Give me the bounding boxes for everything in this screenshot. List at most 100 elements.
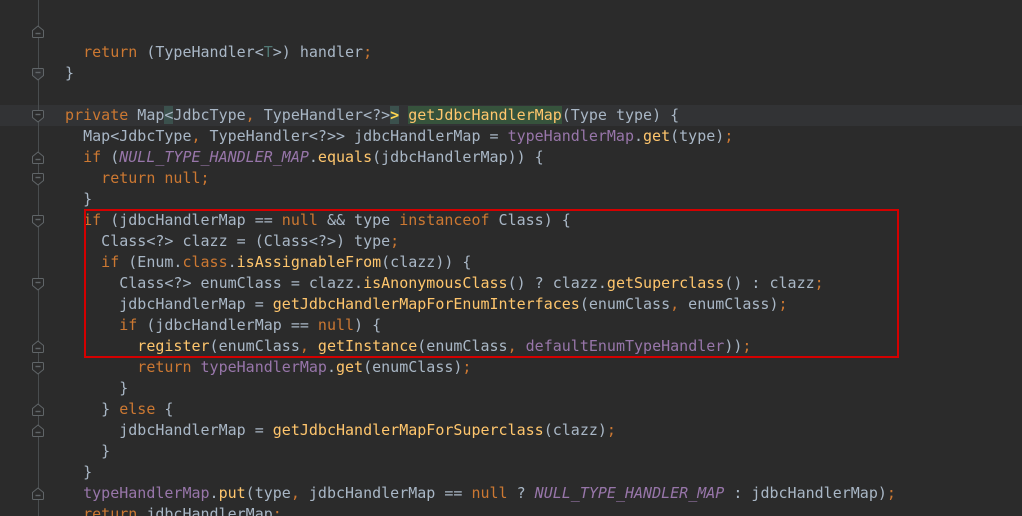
code-token: private	[65, 106, 129, 124]
code-line[interactable]: return (TypeHandler<T>) handler;	[0, 42, 1022, 63]
code-line[interactable]: Map<JdbcType, TypeHandler<?>> jdbcHandle…	[0, 126, 1022, 147]
code-token: return	[101, 169, 156, 187]
code-line[interactable]: Class<?> clazz = (Class<?>) type;	[0, 231, 1022, 252]
code-token: (jdbcHandlerMap)) {	[372, 148, 544, 166]
fold-end-icon[interactable]	[31, 402, 45, 416]
code-token: }	[83, 190, 93, 208]
fold-end-icon[interactable]	[31, 423, 45, 437]
code-token: ;	[363, 43, 373, 61]
code-token: instanceof	[399, 211, 490, 229]
code-line[interactable]	[0, 84, 1022, 105]
code-token: null	[471, 484, 508, 502]
fold-start-icon[interactable]	[31, 276, 45, 291]
code-line[interactable]: return jdbcHandlerMap;	[0, 504, 1022, 516]
code-token: isAnonymousClass	[363, 274, 508, 292]
code-token: null	[164, 169, 201, 187]
fold-end-icon[interactable]	[31, 339, 45, 353]
fold-end-icon[interactable]	[31, 486, 45, 500]
code-token: (TypeHandler<	[137, 43, 264, 61]
code-token: ;	[742, 337, 752, 355]
code-line[interactable]: }	[0, 189, 1022, 210]
fold-start-icon[interactable]	[31, 213, 45, 228]
code-line[interactable]: Class<?> enumClass = clazz.isAnonymousCl…	[0, 273, 1022, 294]
code-token: >) handler	[272, 43, 364, 61]
code-token: .	[209, 484, 219, 502]
code-line[interactable]: }	[0, 63, 1022, 84]
code-token: typeHandlerMap	[83, 484, 210, 502]
code-line[interactable]: }	[0, 441, 1022, 462]
code-token: return	[83, 505, 138, 516]
code-token: ;	[272, 505, 282, 516]
fold-start-icon[interactable]	[31, 360, 45, 375]
code-line[interactable]: jdbcHandlerMap = getJdbcHandlerMapForSup…	[0, 420, 1022, 441]
code-token: >	[390, 106, 400, 124]
code-token: && type	[317, 211, 400, 229]
code-line[interactable]: }	[0, 462, 1022, 483]
code-token: TypeHandler<?>> jdbcHandlerMap =	[200, 127, 508, 145]
code-token: return	[83, 43, 138, 61]
code-token: defaultEnumTypeHandler	[525, 337, 725, 355]
fold-end-icon[interactable]	[31, 150, 45, 164]
code-token: ;	[390, 232, 400, 250]
code-token: .	[227, 253, 237, 271]
code-token: if	[119, 316, 138, 334]
code-token: null	[281, 211, 318, 229]
fold-end-icon[interactable]	[31, 24, 45, 38]
fold-start-icon[interactable]	[31, 171, 45, 186]
code-token: (Type type) {	[561, 106, 680, 124]
code-token: Map<JdbcType	[83, 127, 192, 145]
code-token: (enumClass	[209, 337, 300, 355]
code-token: }	[83, 463, 93, 481]
code-token: typeHandlerMap	[200, 358, 327, 376]
code-token: getInstance	[317, 337, 418, 355]
code-editor[interactable]: return (TypeHandler<T>) handler;} private…	[0, 0, 1022, 516]
code-token: Class<?> clazz = (Class<?>) type	[101, 232, 391, 250]
code-line[interactable]: register(enumClass, getInstance(enumClas…	[0, 336, 1022, 357]
code-token: return	[137, 358, 192, 376]
code-token: ,	[245, 106, 255, 124]
code-line[interactable]: jdbcHandlerMap = getJdbcHandlerMapForEnu…	[0, 294, 1022, 315]
code-token: (clazz)) {	[381, 253, 472, 271]
code-line[interactable]: if (jdbcHandlerMap == null) {	[0, 315, 1022, 336]
code-token: getJdbcHandlerMapForSuperclass	[272, 421, 544, 439]
code-line[interactable]: typeHandlerMap.put(type, jdbcHandlerMap …	[0, 483, 1022, 504]
code-token: ?	[507, 484, 535, 502]
code-token: ;	[462, 358, 472, 376]
code-token: {	[155, 400, 174, 418]
code-token: Map	[128, 106, 165, 124]
code-token: T	[263, 43, 273, 61]
code-token: .	[326, 358, 336, 376]
code-token: : jdbcHandlerMap)	[724, 484, 887, 502]
code-line[interactable]: if (jdbcHandlerMap == null && type insta…	[0, 210, 1022, 231]
code-token: jdbcHandlerMap =	[119, 421, 273, 439]
code-line[interactable]: return typeHandlerMap.get(enumClass);	[0, 357, 1022, 378]
code-token: getSuperclass	[606, 274, 725, 292]
code-line[interactable]: if (Enum.class.isAssignableFrom(clazz)) …	[0, 252, 1022, 273]
code-line[interactable]: return null;	[0, 168, 1022, 189]
code-token: ,	[507, 337, 517, 355]
code-token: () ? clazz.	[507, 274, 607, 292]
code-token: else	[119, 400, 156, 418]
code-token: NULL_TYPE_HANDLER_MAP	[534, 484, 725, 502]
fold-start-icon[interactable]	[31, 66, 45, 81]
fold-start-icon[interactable]	[31, 108, 45, 123]
code-token: equals	[317, 148, 373, 166]
code-line[interactable]: private Map<JdbcType, TypeHandler<?>> ge…	[0, 105, 1022, 126]
code-token: (jdbcHandlerMap ==	[137, 316, 318, 334]
code-line[interactable]: } else {	[0, 399, 1022, 420]
code-token: ;	[200, 169, 210, 187]
code-token: (enumClass	[417, 337, 508, 355]
code-token: (enumClass)	[363, 358, 463, 376]
code-token: jdbcHandlerMap =	[119, 295, 273, 313]
code-token: () : clazz	[724, 274, 815, 292]
code-token: if	[101, 253, 120, 271]
code-token: }	[65, 64, 75, 82]
code-token: (Enum.	[119, 253, 183, 271]
code-line[interactable]: }	[0, 378, 1022, 399]
code-line[interactable]: if (NULL_TYPE_HANDLER_MAP.equals(jdbcHan…	[0, 147, 1022, 168]
code-token: ;	[778, 295, 788, 313]
code-token: (type	[245, 484, 291, 502]
